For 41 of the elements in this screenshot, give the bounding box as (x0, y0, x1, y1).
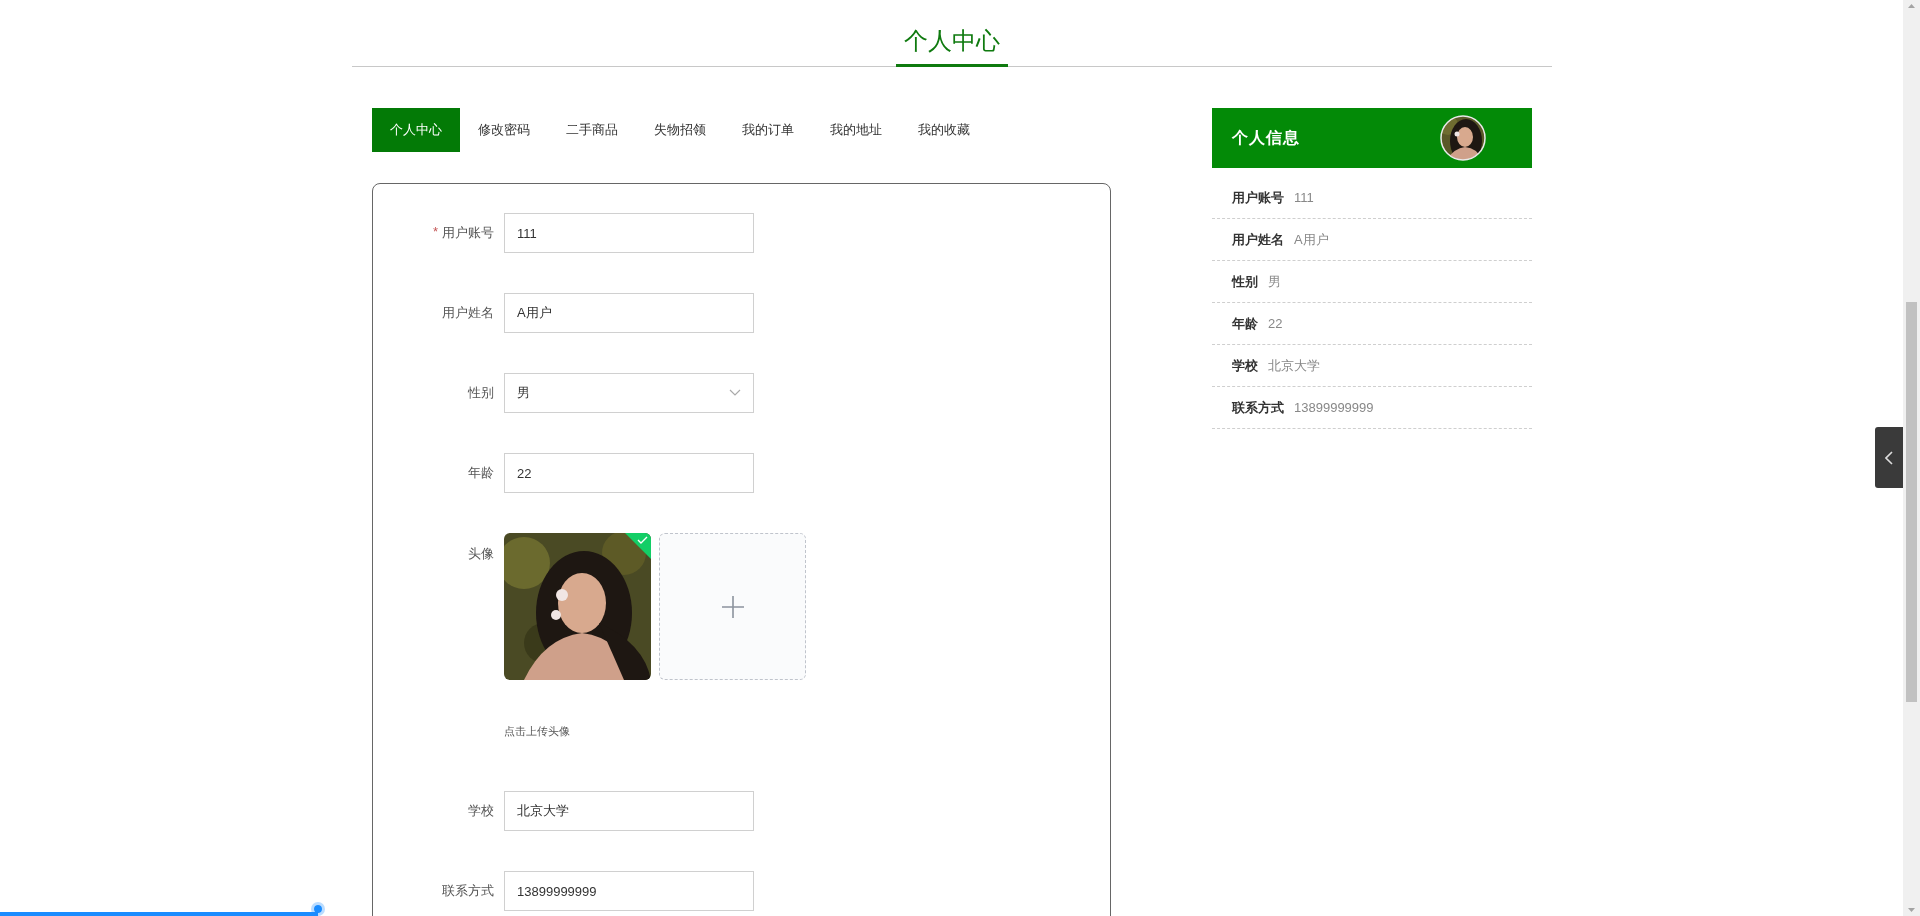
chevron-left-icon (1885, 450, 1893, 465)
info-value: 13899999999 (1294, 400, 1374, 415)
input-field[interactable]: A用户 (504, 293, 754, 333)
input-field[interactable]: 22 (504, 453, 754, 493)
info-value: 111 (1294, 190, 1314, 205)
info-value: 北京大学 (1268, 356, 1320, 375)
tab[interactable]: 我的订单 (724, 108, 812, 152)
info-label: 性别 (1232, 272, 1258, 291)
info-label: 学校 (1232, 356, 1258, 375)
info-value: 男 (1268, 272, 1281, 291)
tab[interactable]: 我的收藏 (900, 108, 988, 152)
field-label: 头像 (468, 545, 494, 563)
upload-hint: 点击上传头像 (504, 724, 571, 739)
info-label: 联系方式 (1232, 398, 1284, 417)
field-label: 学校 (468, 802, 494, 820)
info-value: A用户 (1294, 230, 1329, 249)
caret-icon (729, 389, 741, 397)
tab[interactable]: 二手商品 (548, 108, 636, 152)
side-panel-toggle[interactable] (1875, 427, 1903, 488)
plus-icon (720, 594, 745, 619)
field-label: 性别 (468, 384, 494, 402)
panel-title: 个人信息 (1232, 127, 1300, 148)
tab[interactable]: 个人中心 (372, 108, 460, 152)
field-label: 年龄 (468, 464, 494, 482)
required-mark: * (432, 224, 438, 241)
input-field[interactable]: 北京大学 (504, 791, 754, 831)
input-field[interactable]: 111 (504, 213, 754, 253)
tab[interactable]: 修改密码 (460, 108, 548, 152)
tab[interactable]: 失物招领 (636, 108, 724, 152)
input-field[interactable]: 13899999999 (504, 871, 754, 911)
info-label: 用户姓名 (1232, 230, 1284, 249)
field-label: 联系方式 (442, 882, 494, 900)
page-title: 个人中心 (896, 26, 1008, 67)
info-value: 22 (1268, 316, 1283, 331)
field-label: 用户姓名 (442, 304, 494, 322)
tab[interactable]: 我的地址 (812, 108, 900, 152)
info-label: 年龄 (1232, 314, 1258, 333)
field-label: 用户账号 (442, 224, 494, 242)
select-field[interactable]: 男 (504, 373, 754, 413)
info-label: 用户账号 (1232, 188, 1284, 207)
success-check-icon (625, 533, 651, 559)
